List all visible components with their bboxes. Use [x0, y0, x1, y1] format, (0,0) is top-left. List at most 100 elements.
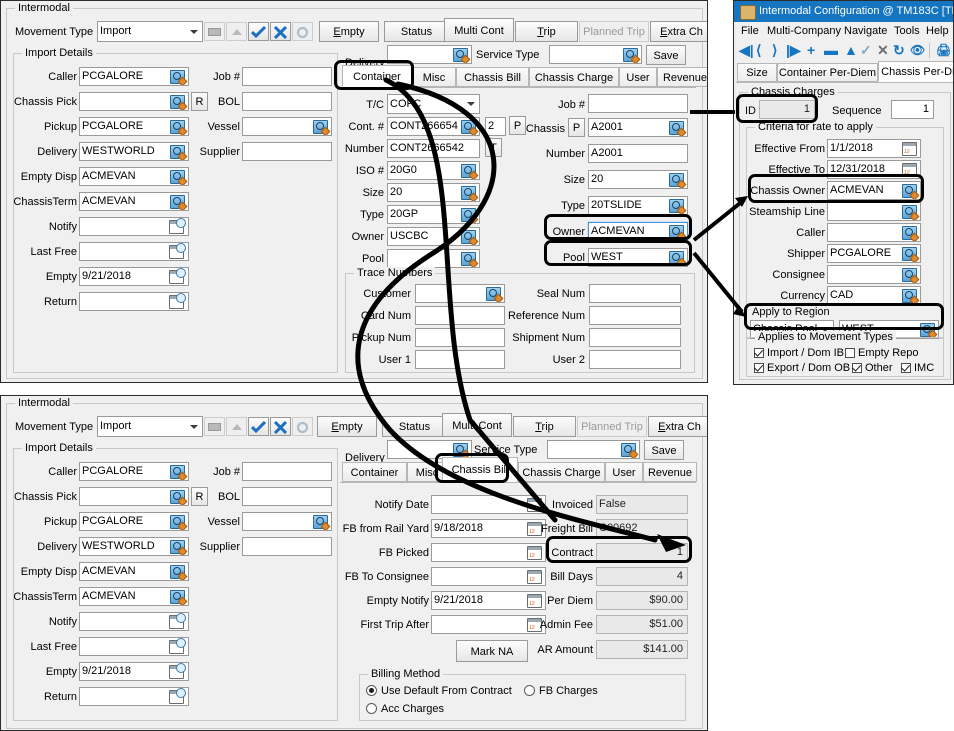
checkbox-empty-repo[interactable] [845, 348, 855, 358]
tab-user[interactable]: User [619, 67, 657, 87]
trace-user2-field[interactable] [589, 350, 681, 369]
lookup-icon[interactable] [669, 225, 684, 239]
lookup-icon[interactable] [486, 287, 501, 301]
bol-field-bottom[interactable] [242, 487, 332, 506]
save-button-bottom[interactable]: Save [644, 440, 684, 460]
trace-pickup-num-field[interactable] [415, 328, 505, 347]
lookup-icon[interactable] [170, 590, 185, 604]
effective-from-field[interactable]: 1/1/2018 [827, 139, 921, 158]
lookup-icon[interactable] [170, 490, 185, 504]
lookup-icon[interactable] [902, 226, 917, 240]
return-field-bottom[interactable] [79, 687, 189, 706]
radio-acc-charges[interactable] [366, 703, 377, 714]
chassis-number-field[interactable]: A2001 [588, 144, 688, 163]
consignee-field[interactable] [827, 265, 921, 284]
effective-to-field[interactable]: 12/31/2018 [827, 160, 921, 179]
lookup-icon[interactable] [170, 70, 185, 84]
cancel-button-bottom[interactable] [270, 417, 291, 436]
lookup-icon[interactable] [461, 186, 476, 200]
trace-shipment-num-field[interactable] [589, 328, 681, 347]
up-icon[interactable]: ▲ [844, 43, 858, 58]
trace-user1-field[interactable] [415, 350, 505, 369]
save-button[interactable]: Save [646, 45, 686, 65]
calendar-time-icon[interactable] [169, 640, 184, 654]
supplier-field-bottom[interactable] [242, 537, 332, 556]
tab-chassis-charge[interactable]: Chassis Charge [529, 67, 619, 87]
trace-card-num-field[interactable] [415, 306, 505, 325]
radio-fb-charges[interactable] [524, 685, 535, 696]
lookup-icon[interactable] [453, 48, 468, 62]
job-number-field[interactable] [242, 67, 332, 86]
lookup-icon[interactable] [170, 170, 185, 184]
lookup-icon[interactable] [461, 120, 476, 134]
nav-prev-button-bottom[interactable] [204, 417, 225, 436]
container-owner-field[interactable]: USCBC [387, 227, 480, 246]
add-icon[interactable]: + [807, 43, 815, 58]
nav-up-button[interactable] [226, 22, 247, 41]
caller-field-bottom[interactable]: PCGALORE [79, 462, 189, 481]
lookup-icon[interactable] [920, 323, 935, 337]
config-tab-container-per-diem[interactable]: Container Per-Diem [777, 63, 878, 82]
container-t-button[interactable]: T [485, 138, 502, 157]
first-trip-after-field[interactable] [431, 615, 546, 634]
job-number-field-bottom[interactable] [242, 462, 332, 481]
lookup-icon[interactable] [669, 251, 684, 265]
tab-chassis-charge-bottom[interactable]: Chassis Charge [518, 462, 605, 482]
fb-picked-field[interactable] [431, 543, 546, 562]
empty-field[interactable]: 9/21/2018 [79, 267, 189, 286]
toolbar-button-empty-bottom[interactable]: Empty [317, 416, 377, 437]
container-size-field[interactable]: 20 [387, 183, 480, 202]
mark-na-button[interactable]: Mark NA [456, 640, 528, 662]
trace-customer-field[interactable] [415, 284, 505, 303]
first-record-icon[interactable]: ◀| [739, 43, 754, 58]
last-free-field-bottom[interactable] [79, 637, 189, 656]
calendar-time-icon[interactable] [169, 245, 184, 259]
calendar-time-icon[interactable] [169, 270, 184, 284]
calendar-time-icon[interactable] [169, 615, 184, 629]
delete-icon[interactable]: ▬ [824, 43, 838, 58]
calendar-icon[interactable] [902, 142, 917, 156]
vessel-field[interactable] [242, 117, 332, 136]
toolbar-button-extra-ch-bottom[interactable]: Extra Ch [648, 416, 708, 437]
trace-reference-num-field[interactable] [589, 306, 681, 325]
chassis-pick-field-bottom[interactable] [79, 487, 189, 506]
tab-misc[interactable]: Misc [412, 67, 456, 87]
tab-revenue[interactable]: Revenue [657, 67, 708, 87]
tab-misc-bottom[interactable]: Misc [407, 462, 447, 482]
movement-type-combo[interactable]: Import [97, 21, 203, 42]
iso-number-field[interactable]: 20G0 [387, 161, 480, 180]
toolbar-button-multi-cont-bottom[interactable]: Multi Cont [442, 413, 512, 437]
lookup-icon[interactable] [313, 515, 328, 529]
calendar-time-icon[interactable] [169, 665, 184, 679]
caller-field[interactable]: PCGALORE [79, 67, 189, 86]
print-icon[interactable]: 🖨 [936, 43, 951, 58]
lookup-icon[interactable] [461, 252, 476, 266]
accept-button-bottom[interactable] [248, 417, 269, 436]
lookup-icon[interactable] [170, 565, 185, 579]
lookup-icon[interactable] [902, 247, 917, 261]
calendar-icon[interactable] [902, 163, 917, 177]
lookup-icon[interactable] [170, 465, 185, 479]
empty-disp-field-bottom[interactable]: ACMEVAN [79, 562, 189, 581]
notify-field[interactable] [79, 217, 189, 236]
lookup-icon[interactable] [669, 173, 684, 187]
tab-user-bottom[interactable]: User [605, 462, 643, 482]
refresh-icon[interactable]: ↻ [893, 43, 905, 58]
tab-chassis-bill-bottom[interactable]: Chassis Bill [442, 457, 518, 482]
nav-up-button-bottom[interactable] [226, 417, 247, 436]
chassis-pool-field[interactable]: WEST [588, 248, 688, 267]
notify-field-bottom[interactable] [79, 612, 189, 631]
chassis-term-field[interactable]: ACMEVAN [79, 192, 189, 211]
tab-chassis-bill[interactable]: Chassis Bill [456, 67, 529, 87]
sequence-field[interactable]: 1 [891, 100, 934, 119]
service-type-field-bottom[interactable] [547, 440, 640, 459]
empty-disp-field[interactable]: ACMEVAN [79, 167, 189, 186]
lookup-icon[interactable] [621, 443, 636, 457]
view-icon[interactable]: 👁 [910, 43, 925, 58]
toolbar-button-trip-bottom[interactable]: Trip [513, 416, 576, 437]
tab-container[interactable]: Container [342, 65, 412, 87]
cancel-icon[interactable]: ✕ [877, 43, 889, 58]
delivery-top-field[interactable] [387, 45, 472, 64]
movement-type-combo-bottom[interactable]: Import [97, 416, 203, 437]
notify-date-field[interactable] [431, 495, 546, 514]
